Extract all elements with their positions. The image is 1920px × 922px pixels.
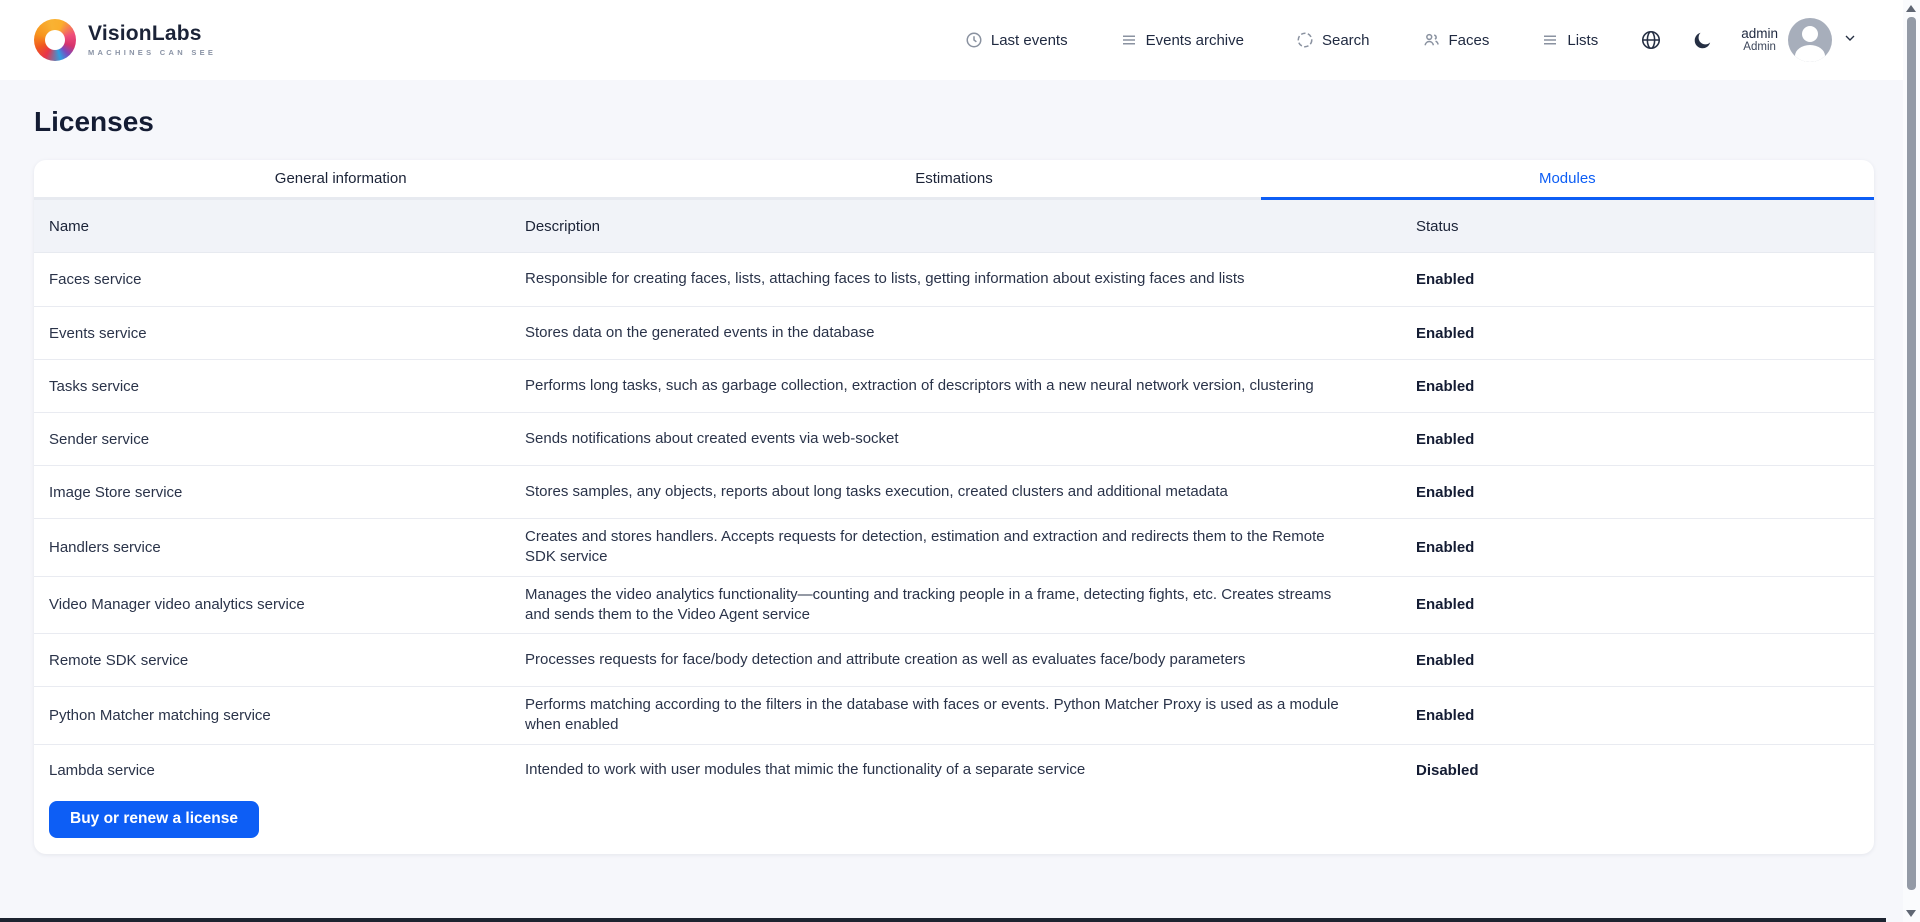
table-row: Video Manager video analytics serviceMan… bbox=[34, 576, 1874, 634]
module-name-cell: Tasks service bbox=[34, 378, 525, 395]
main-content: Licenses General information Estimations… bbox=[0, 106, 1920, 854]
module-description-cell: Stores data on the generated events in t… bbox=[525, 323, 1416, 343]
table-row: Python Matcher matching servicePerforms … bbox=[34, 686, 1874, 744]
tab-modules[interactable]: Modules bbox=[1261, 160, 1874, 200]
focus-circle-icon bbox=[1296, 31, 1314, 49]
globe-icon bbox=[1640, 29, 1662, 51]
nav-item-label: Events archive bbox=[1146, 32, 1244, 49]
brand-tagline: MACHINES CAN SEE bbox=[88, 49, 216, 57]
module-description-cell: Manages the video analytics functionalit… bbox=[525, 585, 1416, 626]
module-name-cell: Remote SDK service bbox=[34, 652, 525, 669]
top-bar: VisionLabs MACHINES CAN SEE Last events bbox=[0, 0, 1920, 80]
module-status-cell: Enabled bbox=[1416, 707, 1874, 724]
module-status-cell: Enabled bbox=[1416, 325, 1874, 342]
module-description-cell: Stores samples, any objects, reports abo… bbox=[525, 482, 1416, 502]
modules-table-body: Faces serviceResponsible for creating fa… bbox=[34, 253, 1874, 797]
top-navigation: Last events Events archive Search bbox=[965, 18, 1858, 62]
table-row: Handlers serviceCreates and stores handl… bbox=[34, 518, 1874, 576]
module-name-cell: Events service bbox=[34, 325, 525, 342]
module-name-cell: Lambda service bbox=[34, 762, 525, 779]
scrollbar-up-arrow[interactable] bbox=[1906, 5, 1916, 12]
module-name-cell: Sender service bbox=[34, 431, 525, 448]
module-status-cell: Enabled bbox=[1416, 271, 1874, 288]
module-description-cell: Performs long tasks, such as garbage col… bbox=[525, 376, 1416, 396]
bottom-edge-bar bbox=[0, 918, 1886, 922]
clock-icon bbox=[965, 31, 983, 49]
buy-or-renew-license-button[interactable]: Buy or renew a license bbox=[49, 801, 259, 838]
scrollbar-down-arrow[interactable] bbox=[1906, 910, 1916, 917]
avatar bbox=[1788, 18, 1832, 62]
module-status-cell: Enabled bbox=[1416, 378, 1874, 395]
moon-icon bbox=[1692, 30, 1713, 51]
nav-item-events-archive[interactable]: Events archive bbox=[1120, 31, 1244, 49]
scrollbar-thumb[interactable] bbox=[1907, 17, 1916, 890]
module-status-cell: Enabled bbox=[1416, 431, 1874, 448]
table-row: Tasks servicePerforms long tasks, such a… bbox=[34, 359, 1874, 412]
module-status-cell: Disabled bbox=[1416, 762, 1874, 779]
module-description-cell: Processes requests for face/body detecti… bbox=[525, 650, 1416, 670]
module-name-cell: Python Matcher matching service bbox=[34, 707, 525, 724]
column-header-status: Status bbox=[1416, 218, 1874, 235]
brand-name: VisionLabs bbox=[88, 23, 216, 44]
user-menu[interactable]: admin Admin bbox=[1741, 18, 1858, 62]
module-name-cell: Handlers service bbox=[34, 539, 525, 556]
module-status-cell: Enabled bbox=[1416, 484, 1874, 501]
tab-bar: General information Estimations Modules bbox=[34, 160, 1874, 200]
page-title: Licenses bbox=[34, 106, 1874, 138]
nav-item-label: Lists bbox=[1567, 32, 1598, 49]
tab-general-information[interactable]: General information bbox=[34, 160, 647, 200]
table-row: Sender serviceSends notifications about … bbox=[34, 412, 1874, 465]
nav-item-label: Search bbox=[1322, 32, 1370, 49]
chevron-down-icon bbox=[1842, 30, 1858, 51]
user-name: admin bbox=[1741, 26, 1778, 42]
list-icon bbox=[1541, 31, 1559, 49]
licenses-card: General information Estimations Modules … bbox=[34, 160, 1874, 854]
vertical-scrollbar[interactable] bbox=[1903, 0, 1920, 922]
module-name-cell: Image Store service bbox=[34, 484, 525, 501]
table-row: Lambda serviceIntended to work with user… bbox=[34, 744, 1874, 797]
button-area: Buy or renew a license bbox=[34, 797, 1874, 854]
module-status-cell: Enabled bbox=[1416, 652, 1874, 669]
module-description-cell: Intended to work with user modules that … bbox=[525, 760, 1416, 780]
module-status-cell: Enabled bbox=[1416, 539, 1874, 556]
table-row: Remote SDK serviceProcesses requests for… bbox=[34, 633, 1874, 686]
column-header-description: Description bbox=[525, 218, 1416, 235]
nav-item-last-events[interactable]: Last events bbox=[965, 31, 1068, 49]
nav-item-search[interactable]: Search bbox=[1296, 31, 1370, 49]
nav-item-faces[interactable]: Faces bbox=[1422, 31, 1490, 49]
language-button[interactable] bbox=[1640, 29, 1662, 51]
column-header-name: Name bbox=[34, 218, 525, 235]
visionlabs-logo-icon bbox=[34, 19, 76, 61]
brand-logo[interactable]: VisionLabs MACHINES CAN SEE bbox=[34, 19, 216, 61]
nav-item-label: Last events bbox=[991, 32, 1068, 49]
nav-item-lists[interactable]: Lists bbox=[1541, 31, 1598, 49]
table-header-row: Name Description Status bbox=[34, 200, 1874, 253]
table-row: Faces serviceResponsible for creating fa… bbox=[34, 253, 1874, 306]
nav-item-label: Faces bbox=[1449, 32, 1490, 49]
tab-estimations[interactable]: Estimations bbox=[647, 160, 1260, 200]
module-name-cell: Faces service bbox=[34, 271, 525, 288]
module-description-cell: Creates and stores handlers. Accepts req… bbox=[525, 527, 1416, 568]
module-description-cell: Sends notifications about created events… bbox=[525, 429, 1416, 449]
dark-mode-toggle[interactable] bbox=[1692, 30, 1713, 51]
user-role: Admin bbox=[1743, 41, 1776, 54]
table-row: Events serviceStores data on the generat… bbox=[34, 306, 1874, 359]
faces-icon bbox=[1422, 31, 1441, 49]
module-name-cell: Video Manager video analytics service bbox=[34, 596, 525, 613]
table-row: Image Store serviceStores samples, any o… bbox=[34, 465, 1874, 518]
module-description-cell: Responsible for creating faces, lists, a… bbox=[525, 269, 1416, 289]
module-description-cell: Performs matching according to the filte… bbox=[525, 695, 1416, 736]
list-icon bbox=[1120, 31, 1138, 49]
module-status-cell: Enabled bbox=[1416, 596, 1874, 613]
